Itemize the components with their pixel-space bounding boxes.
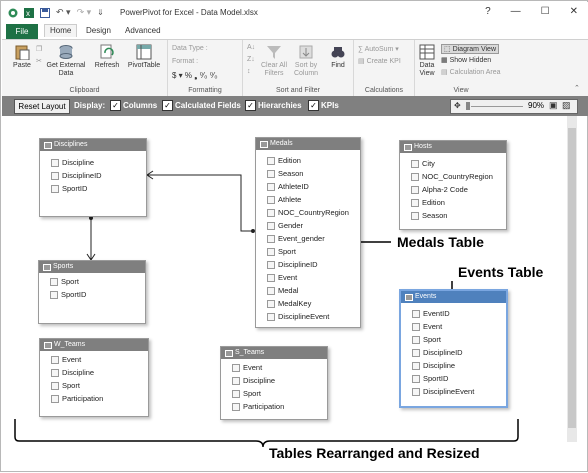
column-list-hosts: City NOC_CountryRegion Alpha-2 Code Edit… <box>400 153 506 222</box>
column-disciplineevent[interactable]: DisciplineEvent <box>256 310 360 323</box>
column-sport[interactable]: Sport <box>256 245 360 258</box>
column-participation[interactable]: Participation <box>221 400 327 413</box>
column-event[interactable]: Event <box>256 271 360 284</box>
column-sportid[interactable]: SportID <box>39 288 145 301</box>
column-disciplineevent[interactable]: DisciplineEvent <box>401 385 506 398</box>
column-athlete[interactable]: Athlete <box>256 193 360 206</box>
table-header-events[interactable]: Events <box>401 291 506 303</box>
table-hosts[interactable]: Hosts City NOC_CountryRegion Alpha-2 Cod… <box>399 140 507 230</box>
column-medalkey[interactable]: MedalKey <box>256 297 360 310</box>
table-header-hosts[interactable]: Hosts <box>400 141 506 153</box>
tables-rearranged-annotation: Tables Rearranged and Resized <box>269 445 480 461</box>
column-eventid[interactable]: EventID <box>401 307 506 320</box>
column-edition[interactable]: Edition <box>400 196 506 209</box>
table-header-w-teams[interactable]: W_Teams <box>40 339 148 351</box>
table-header-sports[interactable]: Sports <box>39 261 145 273</box>
column-event[interactable]: Event <box>401 320 506 333</box>
column-event[interactable]: Event <box>40 353 148 366</box>
relationship-disciplines-sports[interactable] <box>86 216 96 261</box>
column-sport[interactable]: Sport <box>401 333 506 346</box>
column-list-disciplines: Discipline DisciplineID SportID <box>40 151 146 195</box>
bottom-brace <box>14 419 519 448</box>
column-list-s-teams: Event Discipline Sport Participation <box>221 359 327 413</box>
column-list-w-teams: Event Discipline Sport Participation <box>40 351 148 405</box>
column-sportid[interactable]: SportID <box>40 182 146 195</box>
column-disciplineid[interactable]: DisciplineID <box>256 258 360 271</box>
table-s-teams[interactable]: S_Teams Event Discipline Sport Participa… <box>220 346 328 420</box>
column-noc-countryregion[interactable]: NOC_CountryRegion <box>400 170 506 183</box>
events-table-annotation: Events Table <box>458 264 544 280</box>
column-list-events: EventID Event Sport DisciplineID Discipl… <box>401 303 506 398</box>
medals-table-annotation: Medals Table <box>397 234 484 250</box>
column-season[interactable]: Season <box>256 167 360 180</box>
column-discipline[interactable]: Discipline <box>40 156 146 169</box>
column-list-medals: Edition Season AthleteID Athlete NOC_Cou… <box>256 150 360 323</box>
column-list-sports: Sport SportID <box>39 273 145 301</box>
table-events[interactable]: Events EventID Event Sport DisciplineID … <box>399 289 508 408</box>
column-sport[interactable]: Sport <box>40 379 148 392</box>
column-sportid[interactable]: SportID <box>401 372 506 385</box>
column-discipline[interactable]: Discipline <box>401 359 506 372</box>
relationship-medals-disciplines[interactable] <box>146 170 255 233</box>
table-header-s-teams[interactable]: S_Teams <box>221 347 327 359</box>
table-w-teams[interactable]: W_Teams Event Discipline Sport Participa… <box>39 338 149 417</box>
column-disciplineid[interactable]: DisciplineID <box>40 169 146 182</box>
column-gender[interactable]: Gender <box>256 219 360 232</box>
column-athleteid[interactable]: AthleteID <box>256 180 360 193</box>
column-city[interactable]: City <box>400 157 506 170</box>
table-sports[interactable]: Sports Sport SportID <box>38 260 146 324</box>
column-sport[interactable]: Sport <box>39 275 145 288</box>
column-medal[interactable]: Medal <box>256 284 360 297</box>
app-window: x ↶ ▾ ↷ ▾ ⇓ PowerPivot for Excel - Data … <box>0 0 588 472</box>
column-event[interactable]: Event <box>221 361 327 374</box>
table-header-disciplines[interactable]: Disciplines <box>40 139 146 151</box>
column-discipline[interactable]: Discipline <box>221 374 327 387</box>
table-header-medals[interactable]: Medals <box>256 138 360 150</box>
column-discipline[interactable]: Discipline <box>40 366 148 379</box>
column-season[interactable]: Season <box>400 209 506 222</box>
table-medals[interactable]: Medals Edition Season AthleteID Athlete … <box>255 137 361 328</box>
column-noc-countryregion[interactable]: NOC_CountryRegion <box>256 206 360 219</box>
column-event-gender[interactable]: Event_gender <box>256 232 360 245</box>
column-disciplineid[interactable]: DisciplineID <box>401 346 506 359</box>
column-edition[interactable]: Edition <box>256 154 360 167</box>
column-sport[interactable]: Sport <box>221 387 327 400</box>
column-alpha-2-code[interactable]: Alpha-2 Code <box>400 183 506 196</box>
column-participation[interactable]: Participation <box>40 392 148 405</box>
table-disciplines[interactable]: Disciplines Discipline DisciplineID Spor… <box>39 138 147 217</box>
